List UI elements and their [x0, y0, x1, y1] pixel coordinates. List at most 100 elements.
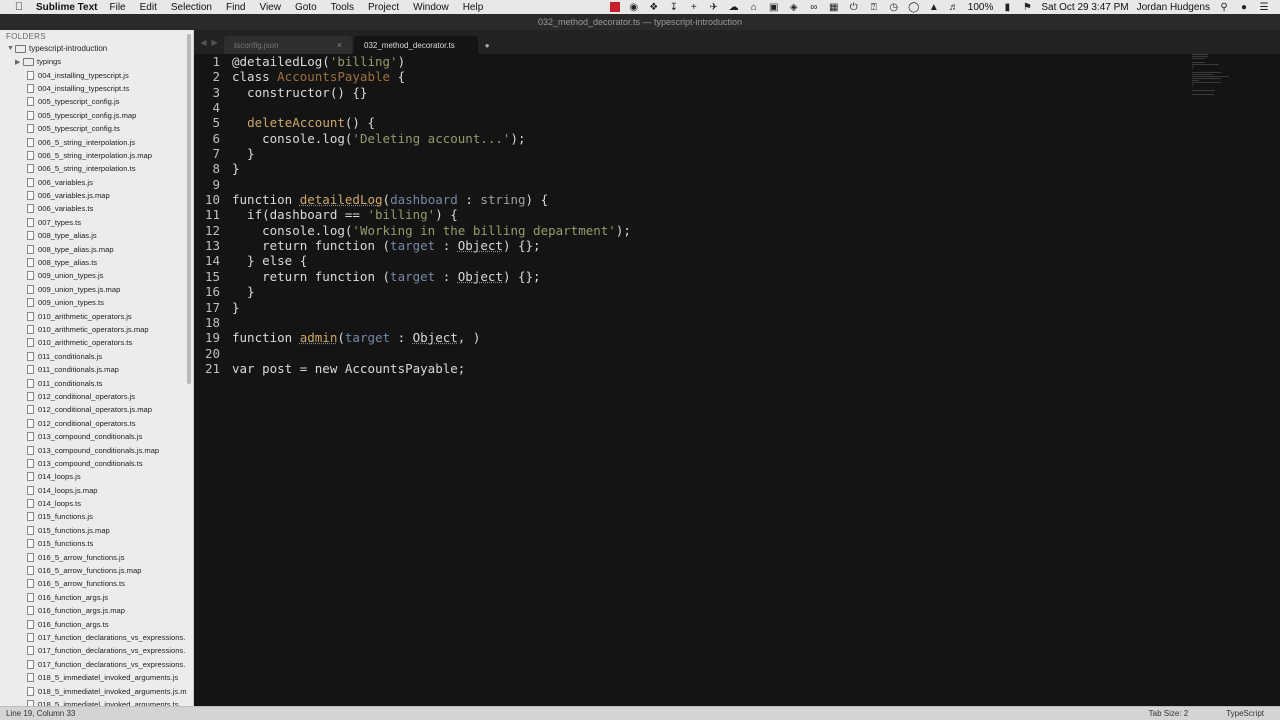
clock-datetime[interactable]: Sat Oct 29 3:47 PM	[1041, 2, 1128, 13]
file-item[interactable]: 010_arithmetic_operators.ts	[0, 336, 193, 349]
file-item[interactable]: 010_arithmetic_operators.js	[0, 309, 193, 322]
file-item[interactable]: 015_functions.js	[0, 510, 193, 523]
menu-window[interactable]: Window	[413, 2, 449, 13]
dropbox-icon[interactable]: ❖	[648, 2, 660, 13]
eye-icon[interactable]: ◉	[628, 2, 640, 13]
tab-size-selector[interactable]: Tab Size: 2	[1149, 709, 1189, 718]
file-item[interactable]: 009_union_types.js	[0, 269, 193, 282]
power-icon[interactable]: ⏻	[848, 2, 860, 13]
file-item[interactable]: 016_5_arrow_functions.ts	[0, 577, 193, 590]
link-icon[interactable]: ∞	[808, 2, 820, 13]
file-item[interactable]: 009_union_types.ts	[0, 296, 193, 309]
file-item[interactable]: 014_loops.js.map	[0, 484, 193, 497]
file-item[interactable]: 006_variables.js	[0, 176, 193, 189]
file-item[interactable]: 008_type_alias.ts	[0, 256, 193, 269]
menu-project[interactable]: Project	[368, 2, 399, 13]
file-item[interactable]: 013_compound_conditionals.js	[0, 430, 193, 443]
menu-view[interactable]: View	[259, 2, 281, 13]
record-icon[interactable]	[609, 2, 620, 12]
tab-tsconfig[interactable]: tsconfig.json ×	[224, 36, 352, 54]
file-item[interactable]: 017_function_declarations_vs_expressions…	[0, 631, 193, 644]
menu-edit[interactable]: Edit	[140, 2, 157, 13]
siri-icon[interactable]: ●	[1238, 2, 1250, 13]
wifi-cloud-icon[interactable]: ☁	[728, 2, 740, 13]
plus-icon[interactable]: +	[688, 2, 700, 13]
code-line[interactable]: return function (target : Object) {};	[232, 269, 631, 284]
file-item[interactable]: 015_functions.js.map	[0, 524, 193, 537]
code-line[interactable]	[232, 346, 631, 361]
camera-icon[interactable]: ▣	[768, 2, 780, 13]
chevron-right-icon[interactable]: ▶	[212, 38, 218, 47]
subfolder-typings[interactable]: ▶ typings	[0, 55, 193, 68]
code-line[interactable]: @detailedLog('billing')	[232, 54, 631, 69]
file-item[interactable]: 005_typescript_config.ts	[0, 122, 193, 135]
battery-percentage[interactable]: 100%	[968, 2, 994, 13]
file-item[interactable]: 014_loops.ts	[0, 497, 193, 510]
code-line[interactable]	[232, 177, 631, 192]
code-line[interactable]: }	[232, 284, 631, 299]
file-item[interactable]: 010_arithmetic_operators.js.map	[0, 323, 193, 336]
file-item[interactable]: 016_function_args.js.map	[0, 604, 193, 617]
code-area[interactable]: @detailedLog('billing') class AccountsPay…	[232, 54, 631, 376]
code-line[interactable]: } else {	[232, 253, 631, 268]
bluetooth-icon[interactable]: ⍰	[868, 2, 880, 13]
menu-file[interactable]: File	[110, 2, 126, 13]
file-item[interactable]: 011_conditionals.js.map	[0, 363, 193, 376]
file-item[interactable]: 017_function_declarations_vs_expressions…	[0, 658, 193, 671]
close-icon[interactable]: ×	[337, 40, 342, 50]
chevron-right-icon[interactable]: ▶	[15, 58, 23, 66]
file-item[interactable]: 008_type_alias.js.map	[0, 242, 193, 255]
menu-help[interactable]: Help	[463, 2, 484, 13]
code-line[interactable]: if(dashboard == 'billing') {	[232, 207, 631, 222]
shield-icon[interactable]: ◈	[788, 2, 800, 13]
tab-method-decorator[interactable]: 032_method_decorator.ts ●	[354, 36, 490, 54]
code-line[interactable]: return function (target : Object) {};	[232, 238, 631, 253]
battery-icon[interactable]: ▮	[1001, 2, 1013, 13]
wifi-icon[interactable]: ▲	[928, 2, 940, 13]
apple-menu-icon[interactable]: 	[12, 1, 26, 13]
syntax-selector[interactable]: TypeScript	[1226, 709, 1264, 718]
menu-selection[interactable]: Selection	[171, 2, 212, 13]
code-editor[interactable]: 1 2 3 4 5 6 7 8 9 10 11 12 13 14 15 16 17 18 19 20 21 @detai…	[194, 54, 1280, 706]
notification-center-icon[interactable]: ☰	[1258, 2, 1270, 13]
minimap[interactable]	[1192, 54, 1232, 96]
code-line[interactable]: }	[232, 161, 631, 176]
file-item[interactable]: 011_conditionals.js	[0, 350, 193, 363]
file-item[interactable]: 011_conditionals.ts	[0, 376, 193, 389]
file-item[interactable]: 018_5_immediatel_invoked_arguments.js	[0, 671, 193, 684]
code-line[interactable]: deleteAccount() {	[232, 115, 631, 130]
file-item[interactable]: 013_compound_conditionals.js.map	[0, 443, 193, 456]
file-item[interactable]: 006_5_string_interpolation.js	[0, 135, 193, 148]
volume-icon[interactable]: ♬	[948, 2, 960, 13]
user-name[interactable]: Jordan Hudgens	[1137, 2, 1210, 13]
app-menu[interactable]: Sublime Text	[36, 2, 98, 13]
menu-find[interactable]: Find	[226, 2, 245, 13]
code-line[interactable]: }	[232, 300, 631, 315]
timer-icon[interactable]: ◯	[908, 2, 920, 13]
file-item[interactable]: 004_installing_typescript.ts	[0, 82, 193, 95]
file-item[interactable]: 016_5_arrow_functions.js	[0, 550, 193, 563]
file-item[interactable]: 006_5_string_interpolation.ts	[0, 162, 193, 175]
spotlight-search-icon[interactable]: ⚲	[1218, 2, 1230, 13]
code-line[interactable]: console.log('Working in the billing depa…	[232, 223, 631, 238]
menu-goto[interactable]: Goto	[295, 2, 317, 13]
sidebar-scrollbar[interactable]	[187, 34, 191, 384]
file-item[interactable]: 018_5_immediatel_invoked_arguments.js.m	[0, 684, 193, 697]
code-line[interactable]: }	[232, 146, 631, 161]
code-line[interactable]: constructor() {}	[232, 85, 631, 100]
file-item[interactable]: 006_5_string_interpolation.js.map	[0, 149, 193, 162]
file-item[interactable]: 008_type_alias.js	[0, 229, 193, 242]
file-item[interactable]: 007_types.ts	[0, 216, 193, 229]
home-icon[interactable]: ⌂	[748, 2, 760, 13]
code-line[interactable]: function detailedLog(dashboard : string)…	[232, 192, 631, 207]
grid-icon[interactable]: ▦	[828, 2, 840, 13]
file-item[interactable]: 014_loops.js	[0, 470, 193, 483]
file-item[interactable]: 009_union_types.js.map	[0, 283, 193, 296]
file-item[interactable]: 017_function_declarations_vs_expressions…	[0, 644, 193, 657]
download-icon[interactable]: ↧	[668, 2, 680, 13]
menu-tools[interactable]: Tools	[331, 2, 354, 13]
chevron-left-icon[interactable]: ◀	[200, 38, 206, 47]
code-line[interactable]	[232, 315, 631, 330]
code-line[interactable]	[232, 100, 631, 115]
file-item[interactable]: 015_functions.ts	[0, 537, 193, 550]
